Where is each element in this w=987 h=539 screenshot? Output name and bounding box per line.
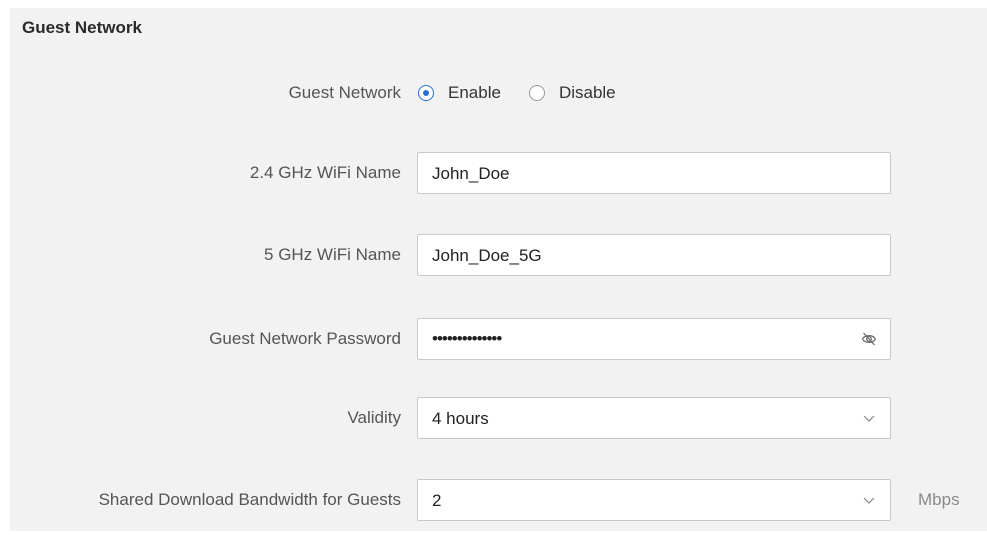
bandwidth-unit: Mbps [918,490,960,509]
disable-radio-label[interactable]: Disable [559,83,616,103]
wifi-5-label: 5 GHz WiFi Name [264,245,401,264]
wifi-24-value: John_Doe [432,164,510,183]
validity-value: 4 hours [432,409,489,428]
bandwidth-value: 2 [432,491,442,510]
enable-radio-label[interactable]: Enable [448,83,501,103]
password-masked-value: •••••••••••••• [432,329,502,348]
chevron-down-icon[interactable] [860,491,878,509]
disable-radio[interactable] [528,85,545,101]
guest-network-radio-group: Enable Disable [418,82,640,104]
wifi-5-value: John_Doe_5G [432,246,542,265]
disable-radio-option[interactable]: Disable [528,83,616,103]
bandwidth-label: Shared Download Bandwidth for Guests [98,490,401,509]
guest-network-panel: Guest Network Guest Network Enable Disab… [10,8,987,531]
password-label: Guest Network Password [209,329,401,348]
enable-radio[interactable] [418,85,434,101]
chevron-down-icon[interactable] [860,409,878,427]
guest-network-label: Guest Network [288,83,401,102]
enable-radio-option[interactable]: Enable [418,83,501,103]
validity-label: Validity [347,408,401,427]
wifi-24-input[interactable]: John_Doe [417,152,891,194]
wifi-5-input[interactable]: John_Doe_5G [417,234,891,276]
section-title: Guest Network [22,18,142,37]
validity-select[interactable]: 4 hours [417,397,891,439]
eye-slash-icon[interactable] [860,330,878,348]
password-input[interactable]: •••••••••••••• [417,318,891,360]
wifi-24-label: 2.4 GHz WiFi Name [249,163,401,182]
bandwidth-select[interactable]: 2 [417,479,891,521]
